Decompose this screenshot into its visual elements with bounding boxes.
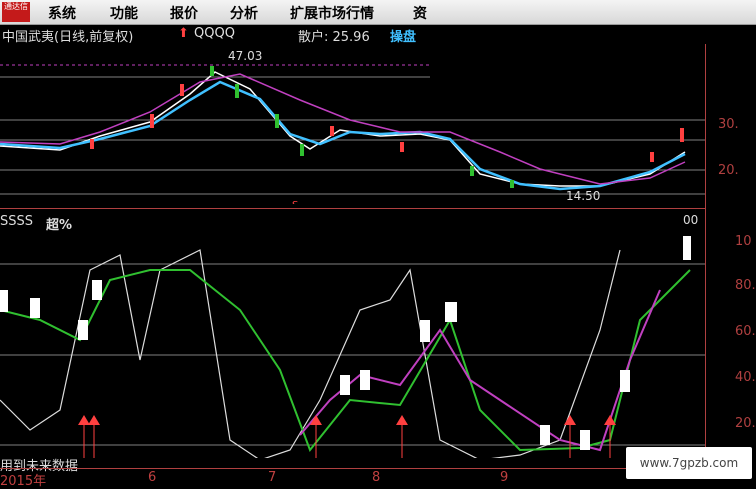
x-tick-7: 7 xyxy=(268,470,277,485)
menu-extended-market[interactable]: 扩展市场行情 xyxy=(290,3,374,23)
ind-tick-80: 80. xyxy=(735,278,756,293)
stock-title: 中国武夷(日线,前复权) xyxy=(2,30,134,45)
price-tick-30: 30. xyxy=(718,117,739,132)
x-tick-6: 6 xyxy=(148,470,157,485)
ind-tick-60: 60. xyxy=(735,324,756,339)
menu-quote[interactable]: 报价 xyxy=(170,3,198,23)
x-tick-2015: 2015年 xyxy=(0,474,47,489)
up-arrow-icon: ⬆ xyxy=(178,26,189,41)
price-tick-20: 20. xyxy=(718,163,739,178)
ind-tick-20: 20. xyxy=(735,416,756,431)
price-chart: 47.03 14.50 S xyxy=(0,49,705,204)
ma-magenta xyxy=(0,73,686,185)
ma-white xyxy=(0,71,686,187)
ind-tick-40: 40. xyxy=(735,370,756,385)
s-marker: S xyxy=(292,200,298,204)
menu-bar: 通达信 系统 功能 报价 分析 扩展市场行情 资 xyxy=(0,0,756,25)
menu-function[interactable]: 功能 xyxy=(110,3,138,23)
retail-label: 散户: 25.96 xyxy=(298,30,370,45)
x-tick-9: 9 xyxy=(500,470,509,485)
indicator-chart xyxy=(0,236,705,458)
app-logo: 通达信 xyxy=(2,2,30,22)
watermark: www.7gpzb.com xyxy=(626,447,752,479)
operation-label[interactable]: 操盘 xyxy=(390,26,416,45)
menu-info[interactable]: 资 xyxy=(413,3,427,23)
high-label: 47.03 xyxy=(228,49,262,63)
flag-label: QQQQ xyxy=(194,26,235,41)
ind-tick-100: 10 xyxy=(735,234,752,249)
menu-analysis[interactable]: 分析 xyxy=(230,3,258,23)
low-label: 14.50 xyxy=(566,189,600,203)
purple-line xyxy=(299,289,661,452)
menu-system[interactable]: 系统 xyxy=(48,3,76,23)
x-tick-8: 8 xyxy=(372,470,381,485)
green-line xyxy=(0,269,691,452)
